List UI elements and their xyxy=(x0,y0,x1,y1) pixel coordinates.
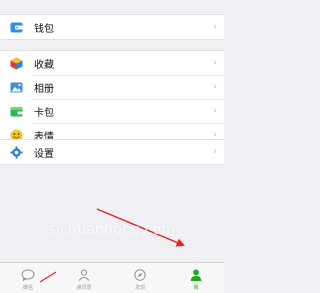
compass-icon xyxy=(133,269,147,281)
chevron-right-icon: › xyxy=(213,147,217,157)
menu-item-favorites[interactable]: 收藏 › xyxy=(0,51,224,75)
menu-item-album[interactable]: 相册 › xyxy=(0,75,224,99)
settings-group: 设置 › xyxy=(0,139,224,165)
album-photo-icon xyxy=(10,81,23,94)
tab-me[interactable]: 我 xyxy=(168,263,224,293)
menu-item-settings[interactable]: 设置 › xyxy=(0,140,224,164)
menu-item-label: 收藏 xyxy=(34,59,54,71)
menu-item-wallet[interactable]: 钱包 › xyxy=(0,15,224,39)
chevron-right-icon: › xyxy=(213,22,217,32)
menu-item-cards[interactable]: 卡包 › xyxy=(0,99,224,123)
gear-icon xyxy=(10,145,23,159)
tab-label: 发现 xyxy=(134,285,145,291)
services-group: 收藏 › 相册 › 卡包 › 表情 › xyxy=(0,50,224,148)
chevron-right-icon: › xyxy=(213,106,217,116)
menu-item-label: 钱包 xyxy=(34,23,54,35)
watermark: sichuanhong.com xyxy=(48,222,176,238)
card-wallet-icon xyxy=(10,105,23,118)
menu-item-label: 相册 xyxy=(34,83,54,95)
wallet-icon xyxy=(10,21,23,34)
wallet-group: 钱包 › xyxy=(0,14,224,40)
tab-discover[interactable]: 发现 xyxy=(112,263,168,293)
bottom-tab-bar: 微信 通讯录 发现 我 xyxy=(0,262,224,293)
tab-label: 微信 xyxy=(22,285,33,291)
contacts-icon xyxy=(77,269,91,281)
tab-label: 我 xyxy=(193,285,199,291)
menu-item-label: 卡包 xyxy=(34,107,54,119)
tab-chats[interactable]: 微信 xyxy=(0,263,56,293)
menu-item-label: 设置 xyxy=(34,148,54,160)
chevron-right-icon: › xyxy=(213,82,217,92)
favorites-cube-icon xyxy=(10,57,23,70)
chat-bubble-icon xyxy=(21,269,35,281)
tab-label: 通讯录 xyxy=(76,285,92,291)
person-icon xyxy=(189,269,203,281)
chevron-right-icon: › xyxy=(213,58,217,68)
tab-contacts[interactable]: 通讯录 xyxy=(56,263,112,293)
